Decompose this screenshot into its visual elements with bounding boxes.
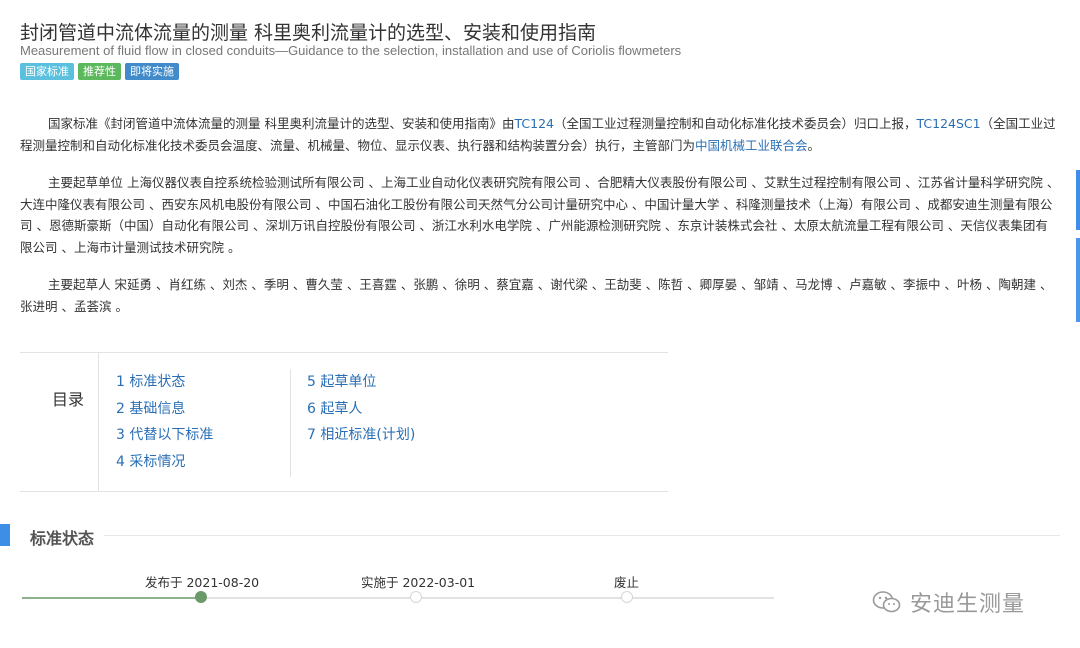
toc-heading: 目录 (52, 390, 85, 409)
toc-item-drafters[interactable]: 6 起草人 (307, 396, 415, 423)
badge-recommended: 推荐性 (78, 63, 121, 80)
timeline-dot-abolished (621, 591, 633, 603)
side-scroll-tab[interactable] (1076, 170, 1080, 230)
page-subtitle: Measurement of fluid flow in closed cond… (20, 43, 682, 58)
drafters-paragraph: 主要起草人 宋延勇 、肖红练 、刘杰 、季明 、曹久莹 、王喜霆 、张鹏 、徐明… (20, 277, 1053, 314)
section-divider (104, 535, 1060, 536)
toc-heading-cell: 目录 (20, 353, 99, 491)
timeline-label-published: 发布于 2021-08-20 (145, 575, 260, 590)
tc124-link[interactable]: TC124 (514, 116, 554, 131)
section-accent-bar (0, 524, 10, 546)
side-scroll-tab-2[interactable] (1076, 238, 1080, 322)
wechat-icon (872, 590, 902, 614)
intro-text-2: （全国工业过程测量控制和自动化标准化技术委员会）归口上报， (553, 116, 917, 131)
toc-item-adoption[interactable]: 4 采标情况 (116, 449, 213, 476)
intro-paragraph: 国家标准《封闭管道中流体流量的测量 科里奥利流量计的选型、安装和使用指南》由TC… (20, 113, 1060, 156)
drafting-units-paragraph: 主要起草单位 上海仪器仪表自控系统检验测试所有限公司 、上海工业自动化仪表研究院… (20, 175, 1060, 255)
timeline-dot-effective (410, 591, 422, 603)
toc-item-status[interactable]: 1 标准状态 (116, 369, 213, 396)
watermark-text: 安迪生测量 (910, 592, 1026, 617)
timeline-label-effective: 实施于 2022-03-01 (361, 575, 476, 590)
badge-upcoming: 即将实施 (125, 63, 179, 80)
timeline-progress (22, 597, 202, 599)
intro-text-4: 。 (807, 137, 821, 153)
toc-item-basic-info[interactable]: 2 基础信息 (116, 396, 213, 423)
tc124sc1-link[interactable]: TC124SC1 (917, 116, 981, 131)
authority-link[interactable]: 中国机械工业联合会 (695, 138, 808, 153)
badge-group: 国家标准 推荐性 即将实施 (20, 63, 179, 80)
intro-text-1: 国家标准《封闭管道中流体流量的测量 科里奥利流量计的选型、安装和使用指南》由 (48, 116, 515, 131)
table-of-contents: 目录 1 标准状态 2 基础信息 3 代替以下标准 4 采标情况 5 起草单位 … (20, 352, 668, 492)
timeline-dot-published (195, 591, 207, 603)
page-title: 封闭管道中流体流量的测量 科里奥利流量计的选型、安装和使用指南 (20, 22, 597, 44)
toc-item-replaces[interactable]: 3 代替以下标准 (116, 422, 213, 449)
toc-column-1: 1 标准状态 2 基础信息 3 代替以下标准 4 采标情况 (116, 369, 213, 475)
toc-column-2: 5 起草单位 6 起草人 7 相近标准(计划) (290, 369, 415, 477)
section-title-status: 标准状态 (30, 529, 95, 548)
badge-national-standard: 国家标准 (20, 63, 74, 80)
timeline-label-abolished: 废止 (614, 575, 640, 590)
toc-item-drafting-units[interactable]: 5 起草单位 (307, 369, 415, 396)
watermark: 安迪生测量 (872, 586, 1025, 618)
toc-item-similar-standards[interactable]: 7 相近标准(计划) (307, 422, 415, 449)
